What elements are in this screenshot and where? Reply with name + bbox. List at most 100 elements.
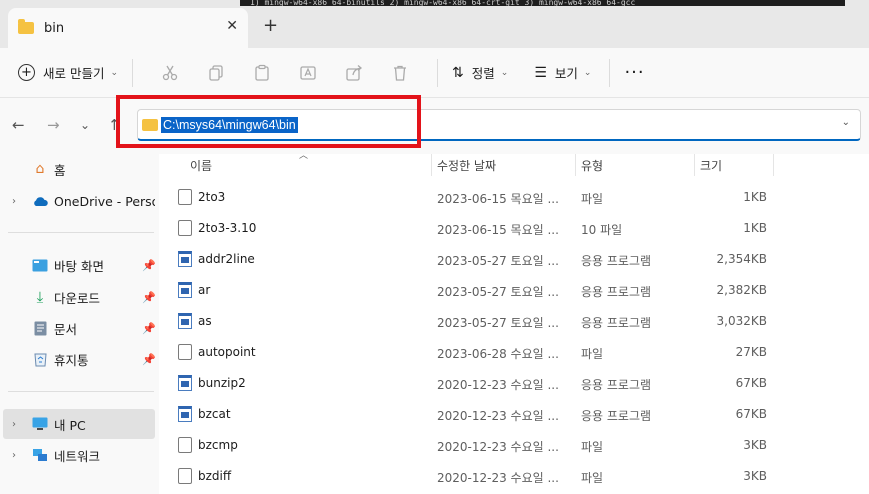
file-date: 2020-12-23 수요일 ... (437, 409, 559, 423)
file-size: 67KB (735, 376, 767, 390)
nav-item-desktop[interactable]: 바탕 화면 📌 (0, 250, 156, 280)
file-type: 응용 프로그램 (581, 316, 652, 330)
file-date: 2020-12-23 수요일 ... (437, 440, 559, 454)
nav-item-downloads[interactable]: ⤓ 다운로드 📌 (0, 282, 156, 312)
file-type: 파일 (581, 471, 604, 485)
plus-circle-icon: + (18, 64, 35, 81)
file-row[interactable]: autopoint 2023-06-28 수요일 ... 파일 27KB (159, 337, 869, 368)
share-button[interactable] (331, 64, 377, 82)
recent-chevron-icon[interactable]: ⌄ (80, 118, 90, 132)
pin-icon[interactable]: 📌 (142, 259, 156, 272)
nav-label: 문서 (54, 321, 78, 337)
column-header-date[interactable]: 수정한 날짜 (437, 154, 496, 176)
nav-item-this-pc[interactable]: › 내 PC (3, 409, 155, 439)
toolbar-divider (132, 58, 134, 87)
title-bar: 1) mingw-w64-x86_64-binutils 2) mingw-w6… (0, 0, 869, 48)
view-button[interactable]: ☰ 보기 ⌄ (534, 63, 591, 82)
file-row[interactable]: addr2line 2023-05-27 토요일 ... 응용 프로그램 2,354K… (159, 244, 869, 275)
file-name: addr2line (198, 252, 255, 266)
nav-label: 내 PC (54, 417, 86, 433)
file-type: 파일 (581, 347, 604, 361)
close-icon[interactable]: ✕ (226, 18, 238, 34)
column-divider[interactable] (694, 154, 695, 176)
file-row[interactable]: as 2023-05-27 토요일 ... 응용 프로그램 3,032KB (159, 306, 869, 337)
pin-icon[interactable]: 📌 (142, 353, 156, 366)
chevron-down-icon[interactable]: ⌄ (842, 117, 850, 128)
new-label: 새로 만들기 (43, 66, 105, 81)
rename-icon (300, 65, 316, 80)
copy-button[interactable] (193, 64, 239, 82)
chevron-right-icon[interactable]: › (12, 196, 16, 207)
share-icon (346, 64, 363, 81)
new-tab-button[interactable]: + (263, 15, 278, 36)
tab-bin[interactable]: bin ✕ (8, 8, 248, 48)
column-header-type[interactable]: 유형 (581, 154, 603, 176)
file-type: 응용 프로그램 (581, 254, 652, 268)
pin-icon[interactable]: 📌 (142, 291, 156, 304)
chevron-down-icon: ⌄ (500, 67, 509, 78)
toolbar-divider (437, 58, 439, 87)
file-date: 2023-06-28 수요일 ... (437, 347, 559, 361)
column-header-size[interactable]: 크기 (700, 154, 722, 176)
view-label: 보기 (554, 66, 578, 81)
file-date: 2023-05-27 토요일 ... (437, 316, 559, 330)
cut-button[interactable] (147, 64, 193, 82)
monitor-icon (32, 416, 48, 432)
file-icon (178, 189, 192, 205)
file-date: 2023-05-27 토요일 ... (437, 254, 559, 268)
file-row[interactable]: bzcat 2020-12-23 수요일 ... 응용 프로그램 67KB (159, 399, 869, 430)
nav-item-network[interactable]: › 네트워크 (0, 440, 155, 470)
copy-icon (209, 64, 223, 81)
file-size: 1KB (743, 221, 767, 235)
file-row[interactable]: bzcmp 2020-12-23 수요일 ... 파일 3KB (159, 430, 869, 461)
chevron-right-icon[interactable]: › (12, 450, 16, 461)
column-divider[interactable] (431, 154, 432, 176)
file-size: 27KB (735, 345, 767, 359)
file-icon (178, 468, 192, 484)
network-icon (32, 447, 48, 463)
back-arrow-icon[interactable]: ← (12, 116, 25, 134)
sort-button[interactable]: ⇅ 정렬 ⌄ (452, 63, 508, 82)
more-options-button[interactable]: ··· (624, 62, 644, 83)
file-date: 2023-05-27 토요일 ... (437, 285, 559, 299)
nav-divider (8, 391, 154, 392)
paste-button[interactable] (239, 64, 285, 82)
nav-label: 네트워크 (54, 448, 101, 464)
delete-button[interactable] (377, 64, 423, 82)
column-header-name[interactable]: 이름 (190, 154, 212, 176)
column-divider[interactable] (773, 154, 774, 176)
nav-item-recycle-bin[interactable]: 휴지통 📌 (0, 344, 156, 374)
nav-item-documents[interactable]: 문서 📌 (0, 313, 156, 343)
chevron-right-icon[interactable]: › (12, 419, 16, 430)
file-size: 3KB (743, 438, 767, 452)
nav-item-onedrive[interactable]: › OneDrive - Persona (0, 186, 155, 216)
file-date: 2023-06-15 목요일 ... (437, 223, 559, 237)
nav-item-home[interactable]: ⌂ 홈 (0, 154, 155, 184)
application-icon (178, 313, 192, 329)
trash-icon (394, 65, 407, 81)
file-name: 2to3 (198, 190, 226, 204)
column-divider[interactable] (575, 154, 576, 176)
application-icon (178, 406, 192, 422)
nav-label: 홈 (54, 162, 66, 178)
file-date: 2020-12-23 수요일 ... (437, 378, 559, 392)
file-row[interactable]: bzdiff 2020-12-23 수요일 ... 파일 3KB (159, 461, 869, 492)
new-button[interactable]: + 새로 만들기 ⌄ (18, 63, 118, 82)
nav-divider (8, 232, 154, 233)
nav-label: 다운로드 (54, 290, 101, 306)
file-row[interactable]: 2to3 2023-06-15 목요일 ... 파일 1KB (159, 182, 869, 213)
rename-button[interactable] (285, 64, 331, 82)
file-type: 응용 프로그램 (581, 378, 652, 392)
file-size: 2,382KB (716, 283, 767, 297)
file-row[interactable]: ar 2023-05-27 토요일 ... 응용 프로그램 2,382KB (159, 275, 869, 306)
tab-title: bin (44, 20, 65, 36)
application-icon (178, 375, 192, 391)
sort-label: 정렬 (471, 66, 495, 81)
pin-icon[interactable]: 📌 (142, 322, 156, 335)
file-row[interactable]: 2to3-3.10 2023-06-15 목요일 ... 10 파일 1KB (159, 213, 869, 244)
clipboard-icon (255, 64, 269, 81)
file-size: 1KB (743, 190, 767, 204)
scissors-icon (162, 65, 178, 80)
forward-arrow-icon[interactable]: → (47, 116, 60, 134)
file-row[interactable]: bunzip2 2020-12-23 수요일 ... 응용 프로그램 67KB (159, 368, 869, 399)
